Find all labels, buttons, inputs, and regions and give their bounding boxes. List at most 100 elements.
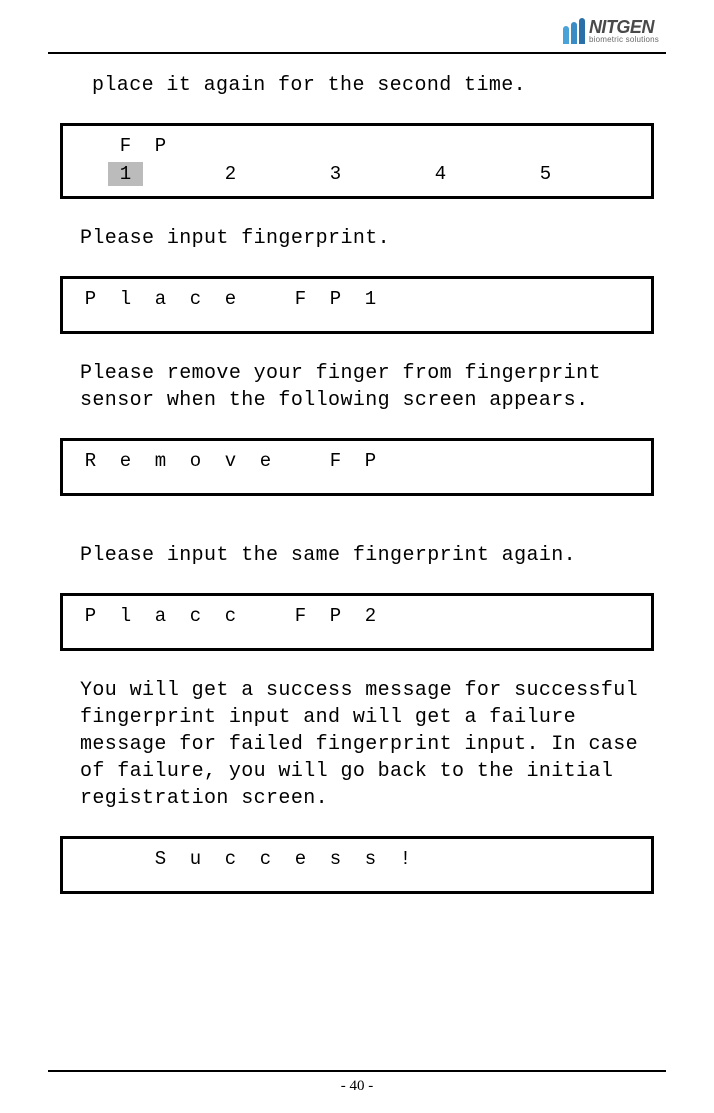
page-number: - 40 - <box>0 1078 714 1095</box>
lcd-cell <box>458 604 493 628</box>
logo-tagline: biometric solutions <box>589 36 659 44</box>
lcd-cell: P <box>73 287 108 311</box>
lcd-cell: c <box>178 287 213 311</box>
instruction-text: Please input the same fingerprint again. <box>50 542 664 569</box>
lcd-cell <box>598 134 633 158</box>
lcd-cell: F <box>108 134 143 158</box>
lcd-cell: 1 <box>108 162 143 186</box>
lcd-cell: P <box>73 604 108 628</box>
lcd-cell <box>213 134 248 158</box>
lcd-cell <box>493 604 528 628</box>
lcd-cell <box>248 287 283 311</box>
brand-logo: NITGEN biometric solutions <box>563 18 659 44</box>
lcd-cell: R <box>73 449 108 473</box>
lcd-cell: u <box>178 847 213 871</box>
lcd-cell <box>458 162 493 186</box>
lcd-cell <box>248 604 283 628</box>
lcd-cell: P <box>353 449 388 473</box>
lcd-row: PlaccFP2 <box>73 604 641 628</box>
lcd-cell <box>458 449 493 473</box>
lcd-cell <box>493 162 528 186</box>
lcd-cell <box>388 134 423 158</box>
page-footer: - 40 - <box>0 1070 714 1095</box>
lcd-cell <box>178 162 213 186</box>
logo-bars-icon <box>563 18 585 44</box>
lcd-box-fp-select: FP 1 2 3 4 5 <box>60 123 654 199</box>
lcd-cell <box>318 134 353 158</box>
lcd-cell <box>353 162 388 186</box>
lcd-cell <box>563 162 598 186</box>
lcd-cell <box>493 847 528 871</box>
lcd-cell <box>388 162 423 186</box>
lcd-row: 1 2 3 4 5 <box>73 162 641 186</box>
lcd-cell <box>528 134 563 158</box>
lcd-cell <box>493 134 528 158</box>
lcd-cell <box>458 287 493 311</box>
lcd-cell: 5 <box>528 162 563 186</box>
lcd-cell <box>563 847 598 871</box>
lcd-cell <box>248 134 283 158</box>
lcd-cell: F <box>283 604 318 628</box>
lcd-cell: s <box>318 847 353 871</box>
page-content: place it again for the second time. FP 1… <box>0 54 714 894</box>
lcd-row: Success! <box>73 847 641 871</box>
lcd-cell <box>423 604 458 628</box>
lcd-row: RemoveFP <box>73 449 641 473</box>
lcd-box-success: Success! <box>60 836 654 894</box>
lcd-cell <box>598 847 633 871</box>
lcd-cell <box>493 449 528 473</box>
instruction-text: You will get a success message for succe… <box>50 677 664 812</box>
lcd-cell <box>388 604 423 628</box>
lcd-cell <box>528 287 563 311</box>
lcd-cell: S <box>143 847 178 871</box>
lcd-cell: e <box>248 449 283 473</box>
lcd-cell <box>458 134 493 158</box>
lcd-box-remove-fp: RemoveFP <box>60 438 654 496</box>
lcd-row: PlaceFP1 <box>73 287 641 311</box>
lcd-cell <box>563 449 598 473</box>
lcd-cell <box>108 847 143 871</box>
lcd-cell <box>563 134 598 158</box>
lcd-cell <box>73 847 108 871</box>
lcd-cell: 2 <box>353 604 388 628</box>
lcd-cell <box>283 162 318 186</box>
lcd-row: FP <box>73 134 641 158</box>
lcd-cell: c <box>248 847 283 871</box>
instruction-text: Please remove your finger from fingerpri… <box>50 360 664 414</box>
lcd-cell <box>353 134 388 158</box>
lcd-cell <box>563 287 598 311</box>
footer-divider <box>48 1070 666 1072</box>
lcd-cell: 1 <box>353 287 388 311</box>
lcd-cell: 3 <box>318 162 353 186</box>
lcd-cell <box>423 287 458 311</box>
lcd-cell <box>458 847 493 871</box>
lcd-cell <box>598 287 633 311</box>
lcd-cell <box>598 449 633 473</box>
lcd-cell: 4 <box>423 162 458 186</box>
lcd-cell: l <box>108 287 143 311</box>
lcd-box-place-fp2: PlaccFP2 <box>60 593 654 651</box>
lcd-cell <box>598 162 633 186</box>
lcd-cell <box>528 604 563 628</box>
lcd-cell: c <box>178 604 213 628</box>
lcd-cell: o <box>178 449 213 473</box>
lcd-cell <box>283 134 318 158</box>
instruction-text: Please input fingerprint. <box>50 225 664 252</box>
lcd-box-place-fp1: PlaceFP1 <box>60 276 654 334</box>
lcd-cell: P <box>318 287 353 311</box>
lcd-cell <box>563 604 598 628</box>
lcd-cell <box>73 162 108 186</box>
lcd-cell <box>493 287 528 311</box>
logo-name: NITGEN <box>589 18 654 36</box>
lcd-cell <box>388 287 423 311</box>
lcd-cell <box>388 449 423 473</box>
lcd-cell: a <box>143 287 178 311</box>
lcd-cell <box>143 162 178 186</box>
lcd-cell: F <box>283 287 318 311</box>
lcd-cell <box>528 847 563 871</box>
lcd-cell <box>423 449 458 473</box>
lcd-cell <box>423 134 458 158</box>
lcd-cell: 2 <box>213 162 248 186</box>
lcd-cell: v <box>213 449 248 473</box>
lcd-cell: s <box>353 847 388 871</box>
